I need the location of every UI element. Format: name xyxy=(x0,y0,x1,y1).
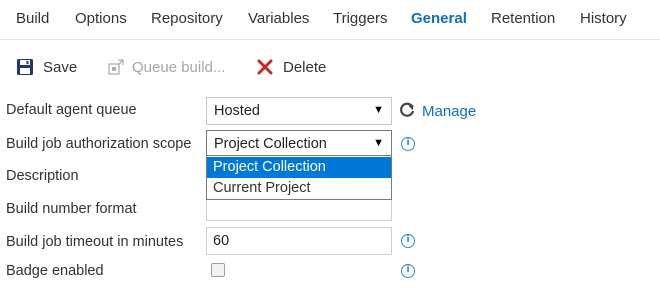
toolbar: Save Queue build... Delete xyxy=(0,52,660,82)
auth-scope-value: Project Collection xyxy=(214,136,327,152)
save-button[interactable]: Save xyxy=(16,52,77,82)
info-icon[interactable]: i xyxy=(401,234,415,248)
description-label: Description xyxy=(6,168,79,184)
tab-history[interactable]: History xyxy=(580,10,627,27)
floppy-disk-icon xyxy=(16,58,34,76)
manage-link[interactable]: Manage xyxy=(398,100,476,122)
badge-checkbox[interactable] xyxy=(211,263,225,277)
info-icon[interactable]: i xyxy=(401,137,415,151)
tab-general[interactable]: General xyxy=(411,10,467,27)
dropdown-option-current-project[interactable]: Current Project xyxy=(207,178,391,199)
tab-repository[interactable]: Repository xyxy=(151,10,223,27)
dropdown-arrow-icon: ▼ xyxy=(373,104,384,116)
tab-variables[interactable]: Variables xyxy=(248,10,309,27)
x-icon xyxy=(256,58,274,76)
agent-queue-value: Hosted xyxy=(214,103,260,119)
badge-label: Badge enabled xyxy=(6,263,104,279)
auth-scope-label: Build job authorization scope xyxy=(6,136,192,152)
manage-label: Manage xyxy=(422,102,477,120)
dropdown-arrow-icon: ▼ xyxy=(373,137,384,149)
timeout-label: Build job timeout in minutes xyxy=(6,234,184,250)
queue-build-button[interactable]: Queue build... xyxy=(107,52,225,82)
dropdown-option-project-collection[interactable]: Project Collection xyxy=(207,157,391,178)
agent-queue-select[interactable]: Hosted ▼ xyxy=(206,97,392,125)
queue-build-icon xyxy=(107,58,125,76)
auth-scope-dropdown-list: Project Collection Current Project xyxy=(206,155,392,200)
delete-label: Delete xyxy=(283,58,327,76)
tab-options[interactable]: Options xyxy=(75,10,127,27)
tab-bar: Build Options Repository Variables Trigg… xyxy=(0,0,660,40)
tab-build[interactable]: Build xyxy=(16,10,49,27)
auth-scope-select[interactable]: Project Collection ▼ xyxy=(206,130,392,158)
save-label: Save xyxy=(43,58,78,76)
tab-triggers[interactable]: Triggers xyxy=(333,10,387,27)
delete-button[interactable]: Delete xyxy=(256,52,326,82)
refresh-icon xyxy=(398,101,416,122)
tab-divider xyxy=(0,39,660,40)
agent-queue-label: Default agent queue xyxy=(6,102,137,118)
info-icon[interactable]: i xyxy=(401,264,415,278)
queue-build-label: Queue build... xyxy=(132,58,226,76)
number-format-label: Build number format xyxy=(6,201,137,217)
tab-retention[interactable]: Retention xyxy=(491,10,555,27)
timeout-input[interactable] xyxy=(206,227,392,255)
